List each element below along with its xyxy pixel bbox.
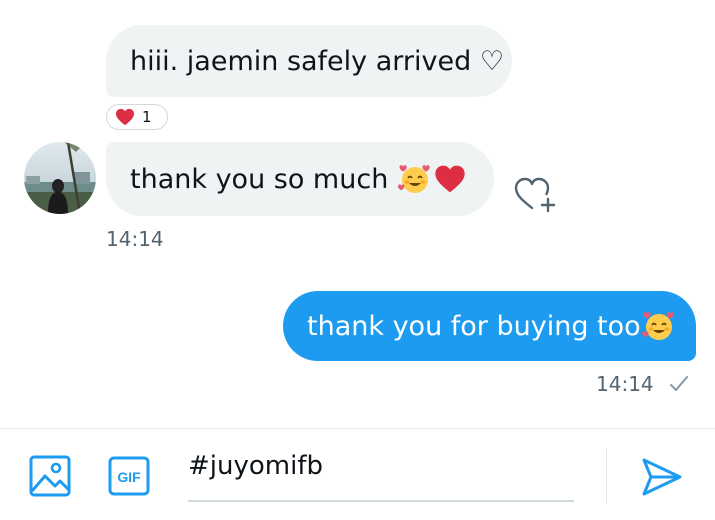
message-text: hiii. jaemin safely arrived ♡ bbox=[130, 45, 505, 77]
message-input[interactable] bbox=[188, 446, 574, 502]
message-timestamp: 14:14 bbox=[596, 372, 654, 396]
incoming-message-bubble[interactable]: thank you so much bbox=[106, 142, 494, 216]
send-button[interactable] bbox=[640, 456, 684, 498]
gif-label: GIF bbox=[117, 469, 141, 485]
send-icon bbox=[642, 458, 682, 496]
composer-vertical-divider bbox=[606, 448, 607, 504]
add-reaction-button[interactable] bbox=[510, 172, 558, 216]
message-timestamp: 14:14 bbox=[106, 227, 164, 251]
reaction-pill[interactable]: 1 bbox=[106, 104, 168, 130]
red-heart-icon bbox=[116, 108, 134, 126]
outgoing-message-bubble[interactable]: thank you for buying too bbox=[283, 291, 696, 361]
add-image-button[interactable] bbox=[28, 454, 72, 498]
red-heart-emoji-icon bbox=[435, 165, 465, 193]
smiling-face-with-hearts-emoji-icon bbox=[641, 312, 674, 340]
smiling-face-with-hearts-emoji-icon bbox=[398, 165, 431, 193]
heart-plus-icon bbox=[514, 177, 556, 213]
message-text: thank you so much bbox=[130, 163, 389, 195]
image-icon bbox=[29, 455, 71, 497]
incoming-message-bubble[interactable]: hiii. jaemin safely arrived ♡ bbox=[106, 25, 512, 97]
message-text: thank you for buying too bbox=[307, 310, 641, 342]
composer-divider bbox=[0, 428, 715, 429]
sent-check-icon bbox=[670, 376, 688, 391]
gif-icon: GIF bbox=[108, 456, 150, 496]
avatar[interactable] bbox=[24, 142, 96, 214]
reaction-count: 1 bbox=[142, 108, 152, 126]
add-gif-button[interactable]: GIF bbox=[108, 456, 150, 496]
